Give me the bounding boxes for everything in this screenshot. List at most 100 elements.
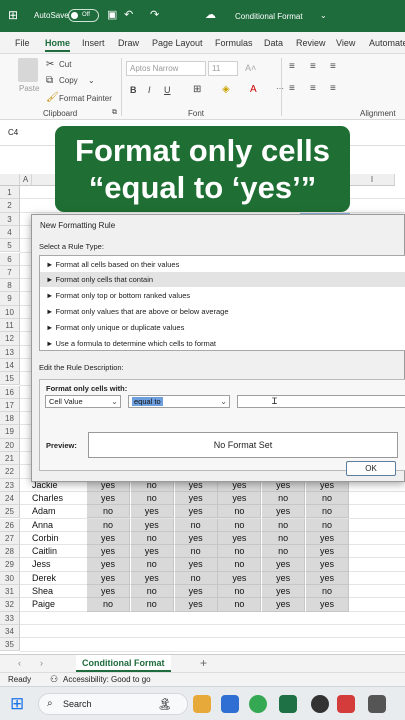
obs-icon[interactable] <box>311 695 329 713</box>
value-cell[interactable]: no <box>174 571 218 585</box>
ok-button[interactable]: OK <box>346 461 396 476</box>
redo-icon[interactable]: ↷ <box>150 8 159 21</box>
menu-page-layout[interactable]: Page Layout <box>152 38 203 48</box>
row-header[interactable]: 6 <box>0 252 20 266</box>
row-header[interactable]: 29 <box>0 558 20 572</box>
value-cell[interactable]: no <box>174 518 218 532</box>
chevron-right-icon[interactable]: › <box>40 658 43 668</box>
value-cell[interactable]: yes <box>306 558 349 572</box>
calculator-icon[interactable] <box>368 695 386 713</box>
value-cell[interactable]: yes <box>130 505 174 519</box>
value-cell[interactable]: yes <box>87 545 130 559</box>
row-header[interactable]: 10 <box>0 305 20 319</box>
row-header[interactable]: 35 <box>0 638 20 652</box>
row-header[interactable]: 4 <box>0 225 20 240</box>
value-cell[interactable]: yes <box>306 545 349 559</box>
value-cell[interactable]: yes <box>87 531 130 546</box>
edge-icon[interactable] <box>221 695 239 713</box>
value-cell[interactable]: yes <box>218 491 262 506</box>
row-header[interactable]: 18 <box>0 412 20 426</box>
name-cell[interactable]: Charles <box>32 492 63 505</box>
select-all[interactable] <box>0 174 20 186</box>
value-cell[interactable]: yes <box>174 491 218 506</box>
name-cell[interactable]: Derek <box>32 572 56 585</box>
more-icon[interactable]: ··· <box>276 84 284 93</box>
value-cell[interactable]: yes <box>174 585 218 599</box>
rule-type-item[interactable]: ► Format all cells based on their values <box>46 257 405 272</box>
value-cell[interactable]: yes <box>218 531 262 546</box>
value-cell[interactable]: no <box>306 491 349 506</box>
value-cell[interactable]: no <box>218 505 262 519</box>
row-header[interactable]: 30 <box>0 571 20 585</box>
column-header-i[interactable]: I <box>350 174 395 186</box>
value-cell[interactable]: yes <box>262 571 306 585</box>
chevron-left-icon[interactable]: ‹ <box>18 658 21 668</box>
copy-button[interactable]: Copy <box>59 76 78 85</box>
name-cell[interactable]: Paige <box>32 598 55 611</box>
value-cell[interactable]: no <box>130 585 174 599</box>
value-cell[interactable]: no <box>262 545 306 559</box>
value-cell[interactable]: yes <box>262 598 306 612</box>
add-sheet-icon[interactable]: + <box>200 656 207 670</box>
dialog-launcher-icon[interactable]: ⧉ <box>112 109 117 117</box>
row-header[interactable]: 32 <box>0 598 20 612</box>
name-box[interactable]: C4 <box>8 128 18 137</box>
save-icon[interactable]: ▣ <box>107 8 117 21</box>
row-header[interactable]: 7 <box>0 265 20 280</box>
search-box[interactable]: ⌕ Search 🏝 <box>38 693 188 715</box>
value-cell[interactable]: no <box>130 558 174 572</box>
align-center-icon[interactable]: ≡ <box>310 83 316 94</box>
file-explorer-icon[interactable] <box>193 695 211 713</box>
row-header[interactable]: 25 <box>0 505 20 519</box>
brush-icon[interactable]: 🖌 <box>46 92 59 103</box>
italic-icon[interactable]: I <box>148 85 151 95</box>
value-cell[interactable]: no <box>218 558 262 572</box>
value-cell[interactable]: no <box>218 585 262 599</box>
chevron-down-icon[interactable]: ⌄ <box>88 76 95 85</box>
cut-button[interactable]: Cut <box>59 60 71 69</box>
value-cell[interactable]: no <box>130 491 174 506</box>
row-header[interactable]: 16 <box>0 385 20 399</box>
row-header[interactable]: 14 <box>0 358 20 373</box>
value-cell[interactable]: no <box>87 505 130 519</box>
row-header[interactable]: 13 <box>0 345 20 359</box>
value-cell[interactable]: no <box>306 585 349 599</box>
rule-type-item[interactable]: ► Format only values that are above or b… <box>46 304 405 319</box>
row-header[interactable]: 12 <box>0 332 20 346</box>
operator-dropdown[interactable]: equal to ⌄ <box>128 395 230 408</box>
row-header[interactable]: 21 <box>0 452 20 466</box>
chrome-icon[interactable] <box>249 695 267 713</box>
excel-icon[interactable] <box>279 695 297 713</box>
value-cell[interactable]: yes <box>306 531 349 546</box>
scissors-icon[interactable]: ✂ <box>46 59 54 70</box>
rule-type-item[interactable]: ► Use a formula to determine which cells… <box>46 336 405 351</box>
rule-type-item[interactable]: ► Format only unique or duplicate values <box>46 320 405 335</box>
column-header-a[interactable]: A <box>20 174 32 186</box>
value-cell[interactable]: no <box>130 531 174 546</box>
value-cell[interactable]: yes <box>130 518 174 532</box>
value-cell[interactable]: no <box>262 531 306 546</box>
align-bottom-icon[interactable]: ≡ <box>330 61 336 72</box>
cell-value-dropdown[interactable]: Cell Value ⌄ <box>45 395 121 408</box>
value-cell[interactable]: yes <box>87 585 130 599</box>
row-header[interactable]: 22 <box>0 465 20 479</box>
app-icon[interactable] <box>337 695 355 713</box>
row-header[interactable]: 26 <box>0 518 20 532</box>
value-cell[interactable]: yes <box>306 598 349 612</box>
font-name-box[interactable]: Aptos Narrow <box>126 61 206 76</box>
name-cell[interactable]: Anna <box>32 519 53 532</box>
value-cell[interactable]: yes <box>218 571 262 585</box>
value-cell[interactable]: no <box>174 545 218 559</box>
value-cell[interactable]: no <box>218 545 262 559</box>
name-cell[interactable]: Adam <box>32 505 56 518</box>
bold-icon[interactable]: B <box>130 85 137 95</box>
row-header[interactable]: 17 <box>0 398 20 413</box>
name-cell[interactable]: Corbin <box>32 532 59 545</box>
format-painter-button[interactable]: Format Painter <box>59 94 112 103</box>
grow-font-icon[interactable]: A˄ <box>245 63 256 73</box>
row-header[interactable]: 23 <box>0 478 20 492</box>
row-header[interactable]: 5 <box>0 239 20 253</box>
undo-icon[interactable]: ↶ <box>124 8 133 21</box>
borders-icon[interactable]: ⊞ <box>193 84 201 95</box>
rule-type-item-selected[interactable]: ► Format only cells that contain <box>40 272 405 287</box>
